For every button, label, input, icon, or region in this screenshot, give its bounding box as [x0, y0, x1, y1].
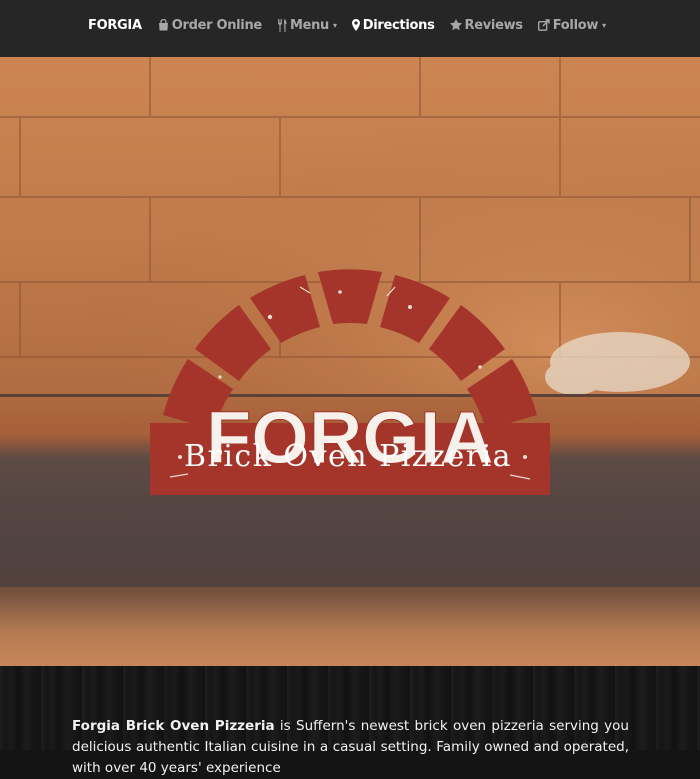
nav-links: FORGIA Order Online Menu ▾ Directions Re… — [88, 0, 621, 50]
nav-order-online-label: Order Online — [171, 17, 263, 33]
top-navbar: FORGIA Order Online Menu ▾ Directions Re… — [0, 0, 700, 58]
nav-follow-label: Follow — [552, 17, 599, 33]
hero-banner: FORGIA Brick Oven Pizzeria — [0, 57, 700, 666]
nav-directions-label: Directions — [362, 17, 435, 33]
nav-follow-dropdown[interactable]: Follow ▾ — [537, 17, 606, 33]
oven-floor — [0, 587, 700, 666]
restaurant-name: Forgia Brick Oven Pizzeria — [72, 717, 275, 734]
logo-tagline: Brick Oven Pizzeria — [183, 439, 513, 474]
nav-order-online[interactable]: Order Online — [158, 18, 262, 33]
about-paragraph: Forgia Brick Oven Pizzeria is Suffern's … — [72, 716, 629, 779]
map-marker-icon — [351, 19, 360, 31]
nav-menu-label: Menu — [289, 17, 330, 33]
nav-reviews[interactable]: Reviews — [449, 17, 524, 33]
chevron-down-icon: ▾ — [333, 20, 337, 30]
nav-directions[interactable]: Directions — [351, 17, 435, 33]
brand-link[interactable]: FORGIA — [88, 18, 142, 33]
shopping-bag-icon — [158, 19, 168, 31]
nav-reviews-label: Reviews — [464, 17, 524, 33]
share-icon — [537, 19, 550, 31]
nav-menu-dropdown[interactable]: Menu ▾ — [277, 18, 337, 33]
utensils-icon — [277, 18, 287, 32]
star-icon — [449, 19, 462, 31]
chevron-down-icon: ▾ — [602, 20, 606, 30]
about-section: Forgia Brick Oven Pizzeria is Suffern's … — [0, 666, 700, 776]
